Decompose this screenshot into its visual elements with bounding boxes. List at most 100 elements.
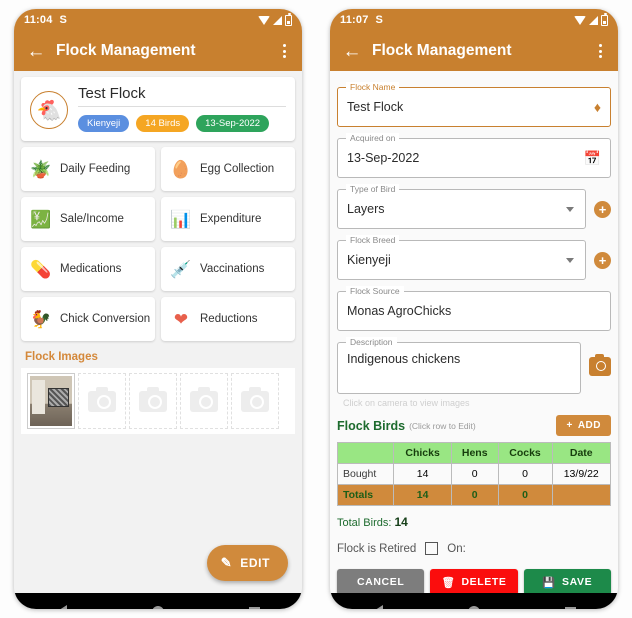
eggs-icon: 🥚 bbox=[170, 159, 192, 179]
right-app-bar: ← Flock Management bbox=[330, 31, 618, 71]
flock-image-empty-slot[interactable] bbox=[231, 373, 279, 429]
acquired-on-label: Acquired on bbox=[346, 133, 400, 143]
flock-breed-row: Flock Breed Kienyeji + bbox=[337, 229, 611, 280]
add-bird-record-button[interactable]: + ADD bbox=[556, 415, 611, 436]
camera-placeholder-icon bbox=[241, 386, 269, 412]
arrow-left-icon[interactable]: ← bbox=[24, 42, 48, 61]
chick-icon: 🐓 bbox=[30, 309, 52, 329]
plus-icon: + bbox=[566, 420, 573, 431]
flock-retired-checkbox[interactable] bbox=[425, 542, 439, 555]
tile-label: Chick Conversion bbox=[60, 313, 151, 325]
nav-recents-icon[interactable] bbox=[564, 606, 576, 609]
status-time: 11:04 bbox=[24, 14, 53, 26]
edit-button[interactable]: ✎ EDIT bbox=[206, 545, 288, 581]
flock-summary-card[interactable]: 🐔 Test Flock Kienyeji 14 Birds 13-Sep-20… bbox=[21, 77, 295, 141]
tile-vaccinations[interactable]: 💉 Vaccinations bbox=[161, 247, 295, 291]
calendar-icon[interactable]: 📅 bbox=[584, 150, 601, 167]
flock-birds-title: Flock Birds bbox=[337, 418, 406, 433]
tile-expenditure[interactable]: 📊 Expenditure bbox=[161, 197, 295, 241]
type-of-bird-field[interactable]: Type of Bird Layers bbox=[337, 184, 586, 229]
tile-daily-feeding[interactable]: 🪴 Daily Feeding bbox=[21, 147, 155, 191]
income-chart-icon: 💹 bbox=[30, 209, 52, 229]
flock-name-value: Test Flock bbox=[347, 100, 404, 114]
flock-breed-field[interactable]: Flock Breed Kienyeji bbox=[337, 235, 586, 280]
tile-sale-income[interactable]: 💹 Sale/Income bbox=[21, 197, 155, 241]
overflow-menu-icon[interactable] bbox=[593, 40, 608, 62]
right-phone-frame: 11:07 S ← Flock Management Flock Name Te… bbox=[330, 9, 618, 609]
signal-icon bbox=[273, 15, 282, 25]
pulse-circle-icon: ❤ bbox=[173, 309, 189, 329]
totals-label: Totals bbox=[336, 484, 395, 506]
right-nav-bar bbox=[330, 593, 618, 609]
save-button[interactable]: 💾 SAVE bbox=[523, 569, 611, 593]
col-header-hens: Hens bbox=[450, 442, 499, 464]
total-birds-row: Total Birds: 14 bbox=[337, 515, 611, 529]
delete-button-label: DELETE bbox=[461, 576, 507, 588]
acquired-on-value: 13-Sep-2022 bbox=[347, 151, 420, 165]
add-flock-breed-button[interactable]: + bbox=[594, 252, 611, 269]
flock-source-label: Flock Source bbox=[346, 286, 404, 296]
tile-chick-conversion[interactable]: 🐓 Chick Conversion bbox=[21, 297, 155, 341]
left-phone-frame: 11:04 S ← Flock Management 🐔 Test Flock … bbox=[14, 9, 302, 609]
chevron-down-icon[interactable] bbox=[566, 206, 574, 212]
type-of-bird-value: Layers bbox=[347, 202, 385, 216]
save-button-label: SAVE bbox=[562, 576, 593, 588]
tile-label: Expenditure bbox=[200, 213, 262, 225]
nav-recents-icon[interactable] bbox=[248, 606, 260, 609]
table-row[interactable]: Bought 14 0 0 13/9/22 bbox=[336, 463, 611, 485]
delete-button[interactable]: 🗑 DELETE bbox=[430, 569, 518, 593]
flock-breed-value: Kienyeji bbox=[347, 253, 391, 267]
description-value: Indigenous chickens bbox=[347, 352, 461, 366]
nav-home-icon[interactable] bbox=[151, 606, 164, 609]
chip-bird-count: 14 Birds bbox=[136, 115, 190, 132]
row-cocks: 0 bbox=[497, 463, 553, 485]
tile-egg-collection[interactable]: 🥚 Egg Collection bbox=[161, 147, 295, 191]
edit-fab-wrapper: ✎ EDIT bbox=[206, 545, 288, 581]
feed-bucket-icon: 🪴 bbox=[30, 159, 52, 179]
chip-breed: Kienyeji bbox=[78, 115, 130, 132]
flock-image-empty-slot[interactable] bbox=[129, 373, 177, 429]
battery-icon bbox=[285, 13, 292, 26]
total-birds-value: 14 bbox=[394, 515, 408, 529]
flock-name-label: Flock Name bbox=[346, 82, 400, 92]
overflow-menu-icon[interactable] bbox=[277, 40, 292, 62]
camera-icon[interactable] bbox=[589, 354, 611, 376]
battery-icon bbox=[601, 13, 608, 26]
cancel-button-label: CANCEL bbox=[356, 576, 405, 588]
row-chicks: 14 bbox=[393, 463, 452, 485]
tile-reductions[interactable]: ❤ Reductions bbox=[161, 297, 295, 341]
flock-images-strip[interactable] bbox=[21, 368, 295, 434]
chevron-down-icon[interactable] bbox=[566, 257, 574, 263]
flock-image-empty-slot[interactable] bbox=[180, 373, 228, 429]
chicken-icon: 🐔 bbox=[30, 91, 68, 129]
flock-image-thumbnail[interactable] bbox=[27, 373, 75, 429]
layers-icon[interactable]: ♦ bbox=[594, 99, 601, 115]
status-icons bbox=[574, 13, 608, 26]
type-of-bird-label: Type of Bird bbox=[346, 184, 400, 194]
arrow-left-icon[interactable]: ← bbox=[340, 42, 364, 61]
flock-retired-label: Flock is Retired bbox=[337, 542, 417, 555]
cancel-button[interactable]: CANCEL bbox=[337, 569, 425, 593]
tile-medications[interactable]: 💊 Medications bbox=[21, 247, 155, 291]
sync-icon: S bbox=[375, 14, 384, 26]
flock-source-field[interactable]: Flock Source Monas AgroChicks bbox=[337, 286, 611, 331]
flock-image-empty-slot[interactable] bbox=[78, 373, 126, 429]
chip-date: 13-Sep-2022 bbox=[196, 115, 270, 132]
col-header-chicks: Chicks bbox=[393, 442, 452, 464]
nav-back-icon[interactable] bbox=[372, 605, 384, 609]
nav-back-icon[interactable] bbox=[56, 605, 68, 609]
flock-birds-table: Chicks Hens Cocks Date Bought 14 0 0 13/… bbox=[336, 442, 611, 506]
add-bird-type-button[interactable]: + bbox=[594, 201, 611, 218]
totals-chicks: 14 bbox=[393, 484, 452, 506]
acquired-on-field[interactable]: Acquired on 13-Sep-2022 📅 bbox=[337, 133, 611, 178]
table-totals-row: Totals 14 0 0 bbox=[336, 484, 611, 506]
description-field[interactable]: Description Indigenous chickens bbox=[337, 337, 581, 394]
totals-cocks: 0 bbox=[497, 484, 553, 506]
flock-images-label: Flock Images bbox=[25, 351, 98, 363]
flock-name-field[interactable]: Flock Name Test Flock ♦ bbox=[337, 82, 611, 127]
table-header-row: Chicks Hens Cocks Date bbox=[336, 442, 611, 464]
status-time: 11:07 bbox=[340, 14, 369, 26]
nav-home-icon[interactable] bbox=[467, 606, 480, 609]
form-actions: CANCEL 🗑 DELETE 💾 SAVE bbox=[337, 569, 611, 593]
flock-name-label: Test Flock bbox=[78, 85, 286, 107]
